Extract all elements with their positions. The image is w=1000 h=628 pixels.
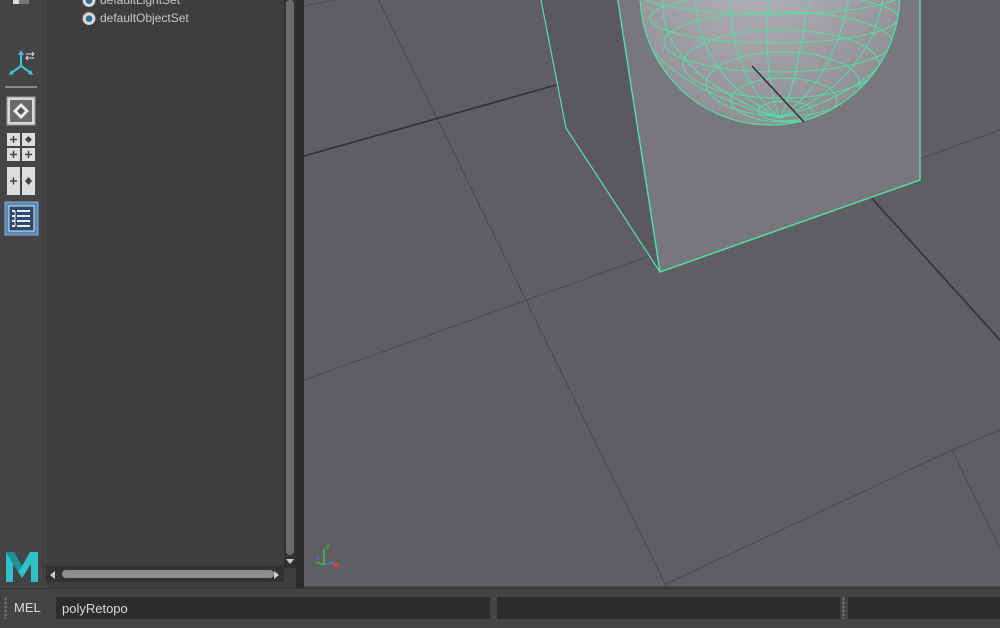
view-axis-gizmo: y z — [315, 543, 339, 568]
outliner-horizontal-scrollbar[interactable] — [46, 566, 284, 582]
help-line-field — [848, 597, 1000, 619]
outliner-item-default-object-set[interactable]: defaultObjectSet — [82, 9, 189, 27]
outliner-layout-icon[interactable] — [4, 201, 39, 236]
maya-logo-icon — [4, 548, 40, 584]
maya-window: defaultLightSet defaultObjectSet y z MEL… — [0, 0, 1000, 628]
vertical-scroll-thumb[interactable] — [286, 0, 294, 555]
select-tool-icon[interactable] — [5, 0, 37, 6]
outliner-item-default-light-set[interactable]: defaultLightSet — [82, 0, 180, 9]
horizontal-scroll-thumb[interactable] — [62, 570, 274, 578]
perspective-viewport[interactable]: y z — [304, 0, 1000, 586]
outliner-vertical-scrollbar[interactable] — [284, 0, 296, 568]
svg-text:y: y — [326, 543, 330, 550]
toolbox-divider — [5, 86, 37, 88]
panel-splitter[interactable] — [296, 0, 304, 588]
scroll-down-arrow-icon[interactable] — [285, 558, 295, 566]
toolbox — [0, 0, 44, 588]
outliner-item-label: defaultObjectSet — [100, 11, 189, 25]
command-input[interactable] — [56, 597, 490, 619]
svg-text:z: z — [316, 555, 320, 562]
two-view-layout-icon[interactable] — [5, 166, 37, 198]
outliner-item-label: defaultLightSet — [100, 0, 181, 7]
four-view-layout-icon[interactable] — [5, 132, 37, 164]
help-line-grip[interactable] — [842, 597, 845, 619]
render-view-icon[interactable] — [5, 95, 37, 127]
scroll-left-arrow-icon[interactable] — [49, 570, 57, 580]
command-bar-grip[interactable] — [4, 597, 7, 619]
command-line-bar: MEL — [0, 588, 1000, 628]
scroll-right-arrow-icon[interactable] — [272, 570, 280, 580]
scene-view: y z — [304, 0, 1000, 586]
object-set-icon — [82, 11, 96, 25]
outliner-panel: defaultLightSet defaultObjectSet — [46, 0, 296, 588]
object-set-icon — [82, 0, 96, 7]
command-result-field — [497, 597, 840, 619]
transform-tool-icon[interactable] — [5, 46, 37, 78]
script-language-toggle[interactable]: MEL — [14, 600, 41, 615]
